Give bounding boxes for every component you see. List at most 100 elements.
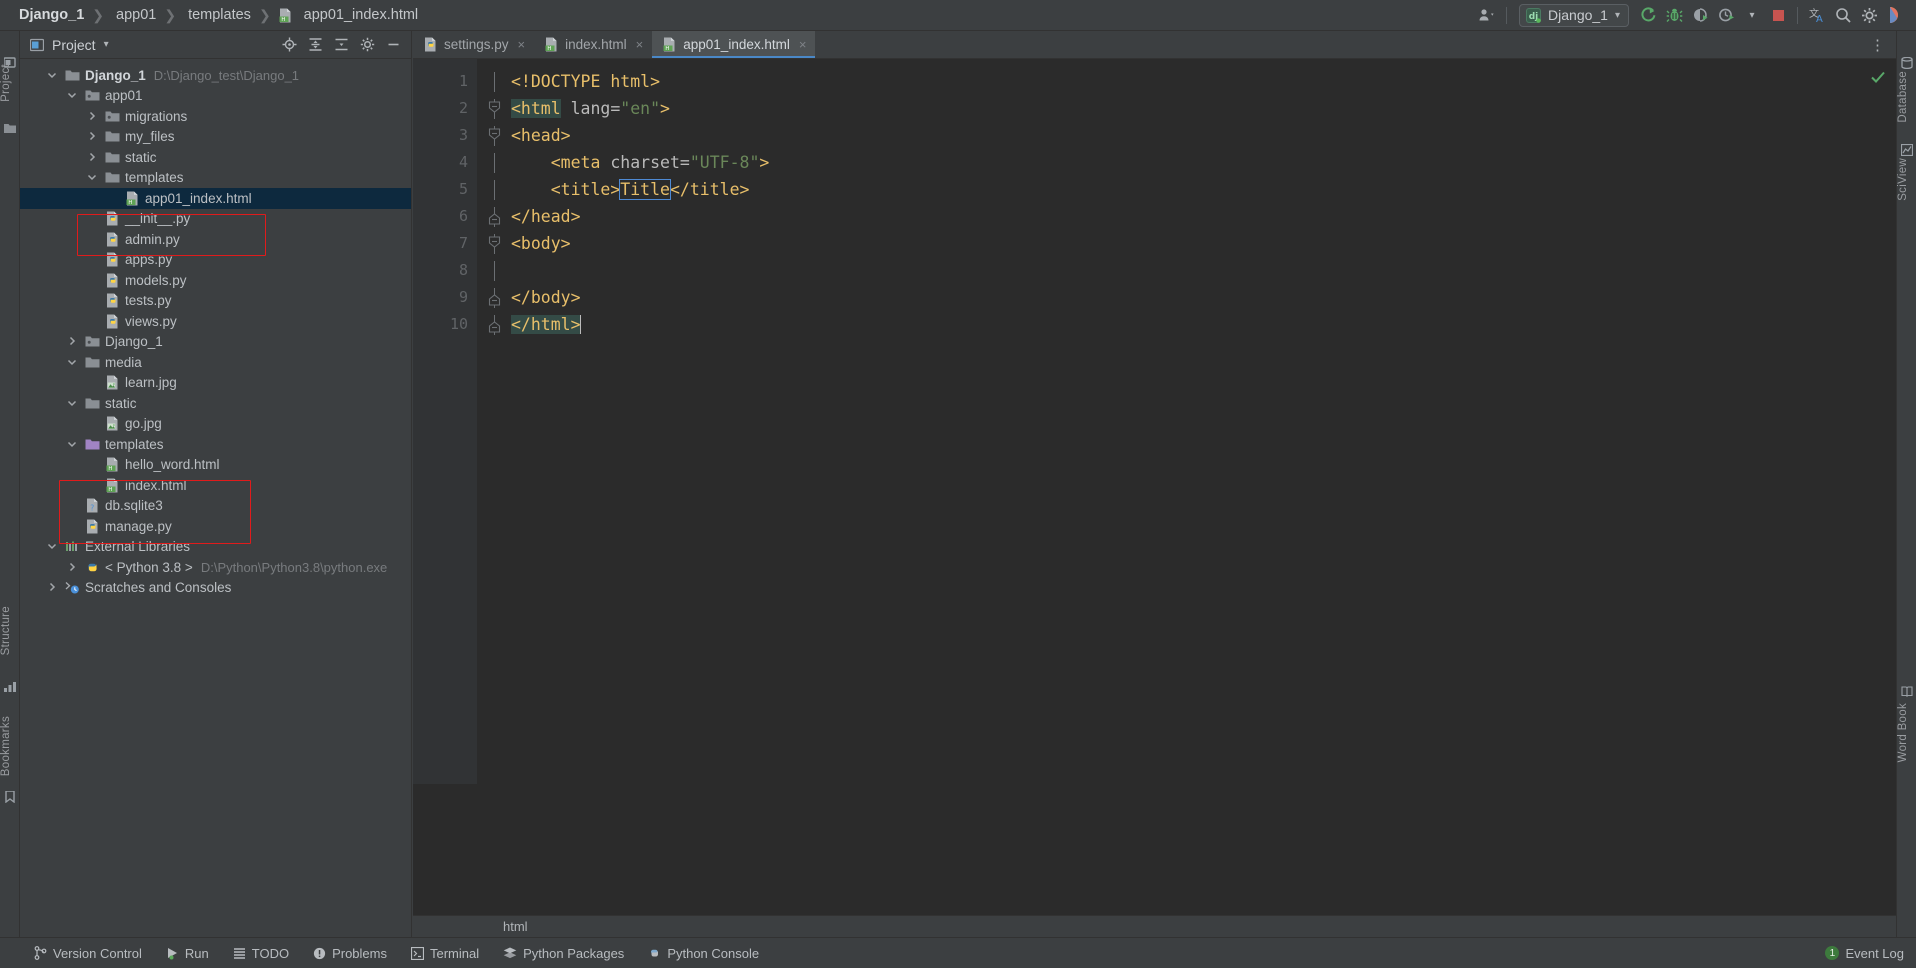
tree-item--python-3-8-[interactable]: < Python 3.8 > D:\Python\Python3.8\python…: [20, 557, 411, 578]
word-book-stripe-icon[interactable]: [1901, 686, 1913, 698]
tab-settings-py[interactable]: settings.py ×: [413, 31, 534, 58]
tree-item--init-py[interactable]: __init__.py: [20, 209, 411, 230]
tree-item-app01-index-html[interactable]: Happ01_index.html: [20, 188, 411, 209]
folder-stripe-icon[interactable]: [4, 123, 16, 135]
tree-item-go-jpg[interactable]: go.jpg: [20, 414, 411, 435]
chevron-right-icon[interactable]: [86, 151, 99, 164]
event-log-label[interactable]: Event Log: [1845, 946, 1904, 961]
fold-marker-open[interactable]: [477, 122, 511, 149]
chevron-down-icon-profiler[interactable]: ▾: [1739, 2, 1765, 28]
status-todo[interactable]: TODO: [221, 938, 301, 968]
code-line[interactable]: </body>: [511, 284, 1896, 311]
chevron-down-icon[interactable]: [86, 171, 99, 184]
tree-item-django-1[interactable]: Django_1: [20, 332, 411, 353]
tree-item-scratches-and-consoles[interactable]: Scratches and Consoles: [20, 578, 411, 599]
coverage-icon[interactable]: [1687, 2, 1713, 28]
tree-item-hello-word-html[interactable]: Hhello_word.html: [20, 455, 411, 476]
translate-icon[interactable]: 文 A: [1804, 2, 1830, 28]
fold-marker-close[interactable]: [477, 311, 511, 338]
chevron-down-icon[interactable]: ▾: [104, 39, 109, 50]
code-line[interactable]: <html lang="en">: [511, 95, 1896, 122]
status-terminal[interactable]: Terminal: [399, 938, 491, 968]
tree-item-app01[interactable]: app01: [20, 86, 411, 107]
chevron-right-icon[interactable]: [66, 335, 79, 348]
editor-tabs[interactable]: settings.py × Hindex.html × Happ01_index.htm…: [413, 31, 1896, 59]
tree-item-media[interactable]: media: [20, 352, 411, 373]
tree-item-index-html[interactable]: Hindex.html: [20, 475, 411, 496]
database-stripe-icon[interactable]: [1901, 57, 1913, 69]
tree-item-tests-py[interactable]: tests.py: [20, 291, 411, 312]
sidebar-item-bookmarks[interactable]: Bookmarks: [0, 716, 20, 776]
code-line[interactable]: <title>Title</title>: [511, 176, 1896, 203]
project-tree[interactable]: Django_1 D:\Django_test\Django_1 app01 migr…: [20, 59, 411, 598]
tree-item-migrations[interactable]: migrations: [20, 106, 411, 127]
tree-item-static[interactable]: static: [20, 393, 411, 414]
tree-item-templates[interactable]: templates: [20, 434, 411, 455]
fold-marker-close[interactable]: [477, 284, 511, 311]
tab-app01-index-html[interactable]: Happ01_index.html ×: [652, 31, 816, 58]
breadcrumb-item-templates[interactable]: templates: [179, 7, 256, 23]
tree-item-db-sqlite3[interactable]: ? db.sqlite3: [20, 496, 411, 517]
stop-square-icon[interactable]: [1765, 2, 1791, 28]
status-problems[interactable]: Problems: [301, 938, 399, 968]
sidebar-item-sciview[interactable]: SciView: [1897, 158, 1916, 201]
tab-index-html[interactable]: Hindex.html ×: [534, 31, 652, 58]
status-python-console[interactable]: Python Console: [636, 938, 771, 968]
sidebar-item-word-book[interactable]: Word Book: [1897, 703, 1916, 762]
sciview-stripe-icon[interactable]: [1901, 144, 1913, 156]
code-line[interactable]: <!DOCTYPE html>: [511, 68, 1896, 95]
code-editor[interactable]: 1 2 3 4 5 6 7 8 9 10 <!DOCTYPE html> <html lang="e…: [413, 59, 1896, 784]
editor-breadcrumb-html[interactable]: html: [503, 919, 528, 934]
code-line[interactable]: </html>: [511, 311, 1896, 338]
select-opened-file-icon[interactable]: [277, 34, 301, 56]
settings-gear-icon[interactable]: [355, 34, 379, 56]
code-line[interactable]: <meta charset="UTF-8">: [511, 149, 1896, 176]
tree-item-static[interactable]: static: [20, 147, 411, 168]
tree-item-admin-py[interactable]: admin.py: [20, 229, 411, 250]
profiler-icon[interactable]: [1713, 2, 1739, 28]
chevron-right-icon[interactable]: [46, 581, 59, 594]
status-run[interactable]: Run: [154, 938, 221, 968]
fold-marker-open[interactable]: [477, 230, 511, 257]
chevron-down-icon[interactable]: [46, 69, 59, 82]
breadcrumb-item-django-1[interactable]: Django_1: [10, 7, 89, 23]
code-folding-gutter[interactable]: [477, 59, 511, 784]
tree-item-models-py[interactable]: models.py: [20, 270, 411, 291]
chevron-down-icon[interactable]: [66, 438, 79, 451]
tree-item-manage-py[interactable]: manage.py: [20, 516, 411, 537]
fold-marker-open[interactable]: [477, 95, 511, 122]
sidebar-item-structure[interactable]: Structure: [0, 606, 20, 655]
tree-item-views-py[interactable]: views.py: [20, 311, 411, 332]
tree-item-external-libraries[interactable]: External Libraries: [20, 537, 411, 558]
status-version-control[interactable]: Version Control: [22, 938, 154, 968]
structure-stripe-icon[interactable]: [4, 681, 16, 693]
event-log-area[interactable]: 1 Event Log: [1825, 946, 1916, 961]
chevron-down-icon[interactable]: [66, 356, 79, 369]
close-icon[interactable]: ×: [636, 37, 644, 52]
chevron-right-icon[interactable]: [66, 561, 79, 574]
tree-item-learn-jpg[interactable]: learn.jpg: [20, 373, 411, 394]
tree-item-django-1[interactable]: Django_1 D:\Django_test\Django_1: [20, 65, 411, 86]
collapse-all-icon[interactable]: [329, 34, 353, 56]
run-configuration-selector[interactable]: dj Django_1 ▾: [1519, 3, 1629, 27]
tree-item-my-files[interactable]: my_files: [20, 127, 411, 148]
code-line[interactable]: <head>: [511, 122, 1896, 149]
run-icon[interactable]: [1635, 2, 1661, 28]
fold-marker-close[interactable]: [477, 203, 511, 230]
sidebar-item-project[interactable]: Project: [0, 64, 20, 102]
debug-bug-icon[interactable]: [1661, 2, 1687, 28]
gear-icon[interactable]: [1856, 2, 1882, 28]
chevron-down-icon[interactable]: [66, 397, 79, 410]
status-python-packages[interactable]: Python Packages: [491, 938, 636, 968]
hide-panel-icon[interactable]: [381, 34, 405, 56]
chevron-right-icon[interactable]: [86, 130, 99, 143]
more-vertical-icon[interactable]: ⋮: [1860, 31, 1896, 58]
tree-item-templates[interactable]: templates: [20, 168, 411, 189]
code-line[interactable]: </head>: [511, 203, 1896, 230]
search-icon[interactable]: [1830, 2, 1856, 28]
chevron-down-icon[interactable]: [66, 89, 79, 102]
expand-all-icon[interactable]: [303, 34, 327, 56]
breadcrumb-item-app01[interactable]: app01: [107, 7, 161, 23]
sidebar-item-database[interactable]: Database: [1897, 71, 1916, 123]
user-settings-icon[interactable]: [1474, 2, 1500, 28]
